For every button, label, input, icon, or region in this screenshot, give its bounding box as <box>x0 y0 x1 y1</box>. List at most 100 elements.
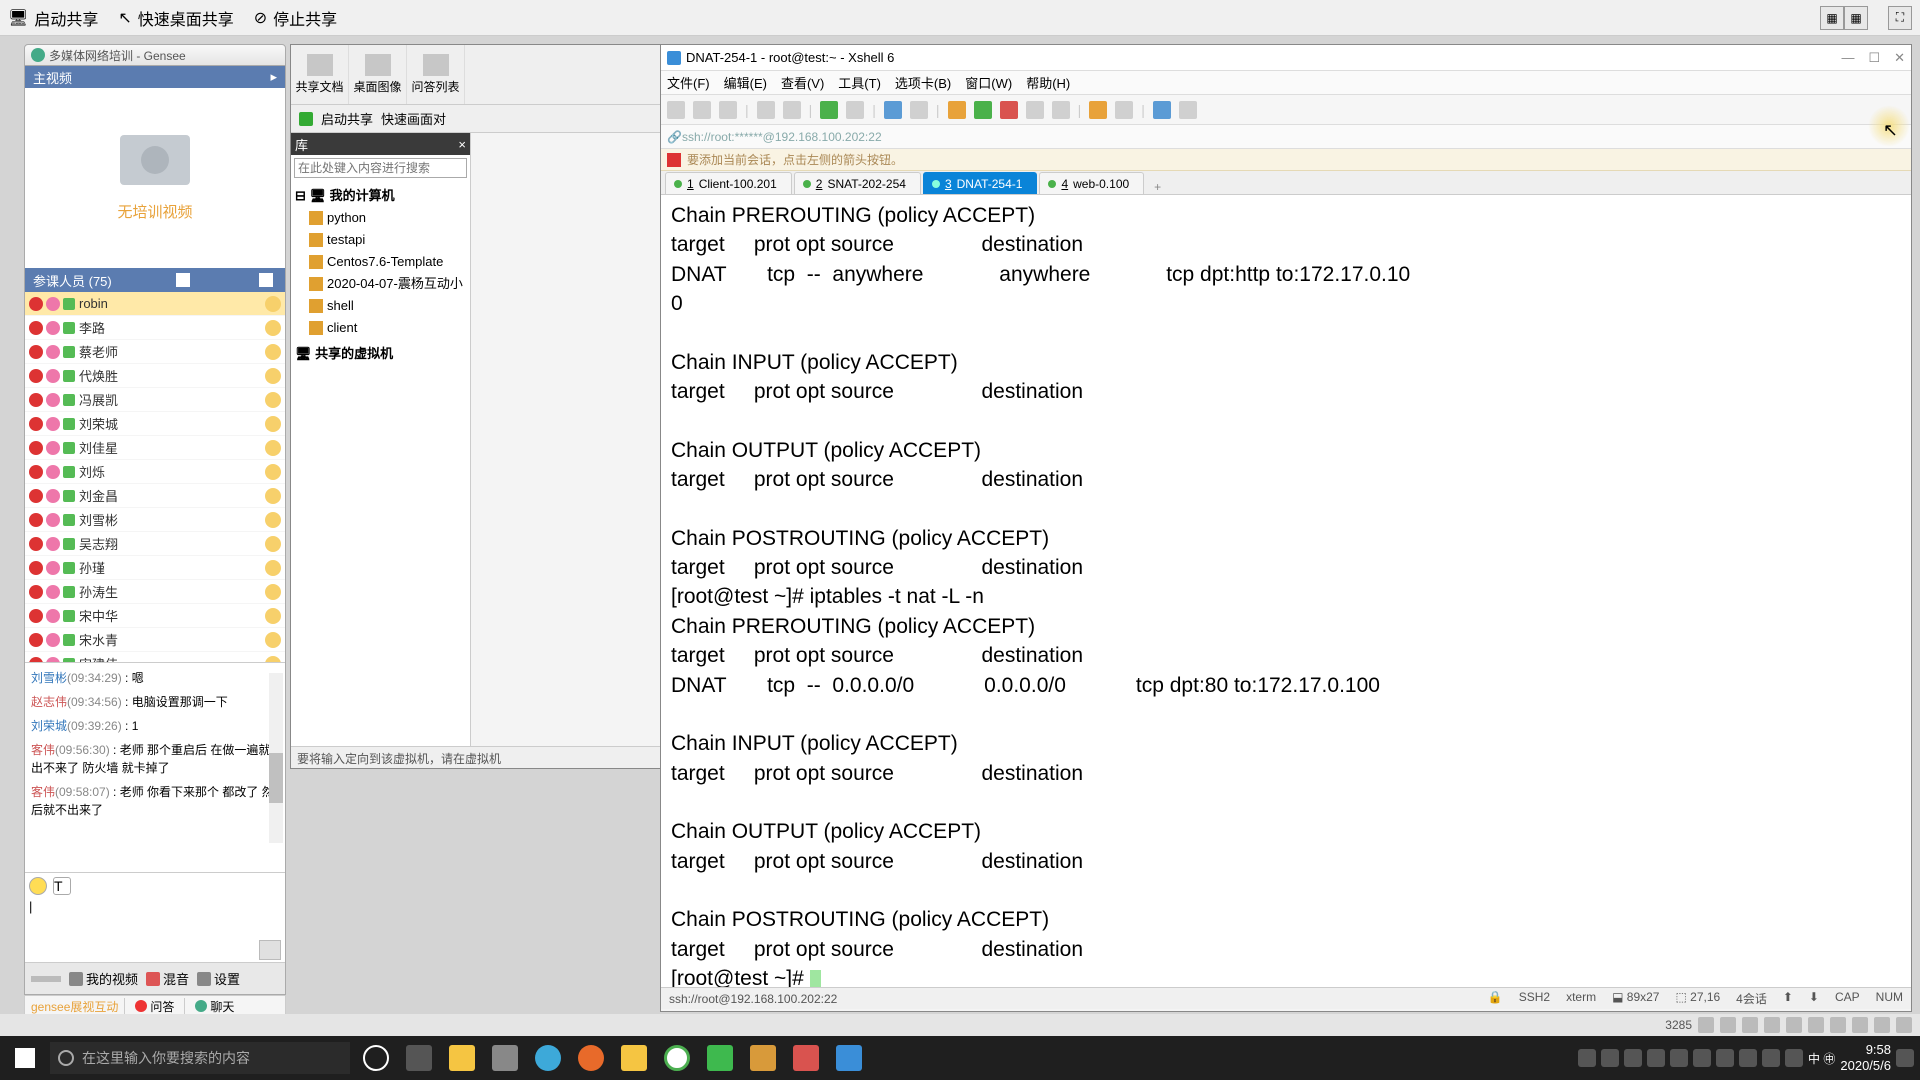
layout-icon[interactable] <box>1115 101 1133 119</box>
chat-textarea[interactable]: | <box>29 899 281 937</box>
participant-row[interactable]: 李路 <box>25 316 285 340</box>
clock[interactable]: 9:58 2020/5/6 <box>1840 1042 1891 1073</box>
wechat-icon[interactable] <box>700 1038 740 1078</box>
tray-icon[interactable] <box>1670 1049 1688 1067</box>
xshell-menubar[interactable]: 文件(F)编辑(E)查看(V)工具(T)选项卡(B)窗口(W)帮助(H) <box>661 71 1911 95</box>
my-video-button[interactable]: 我的视频 <box>69 969 138 988</box>
chat-scrollbar[interactable] <box>269 673 283 843</box>
xshell-session-tabs[interactable]: 1 Client-100.2012 SNAT-202-2543 DNAT-254… <box>661 171 1911 195</box>
session-tab[interactable]: 3 DNAT-254-1 <box>923 172 1038 194</box>
browser-icon[interactable] <box>528 1038 568 1078</box>
library-search-input[interactable] <box>294 158 467 178</box>
session-tab[interactable]: 1 Client-100.201 <box>665 172 792 194</box>
grid2-icon[interactable]: ▦ <box>1844 6 1868 30</box>
app-red-icon[interactable] <box>786 1038 826 1078</box>
participant-row[interactable]: 宋建伟 <box>25 652 285 662</box>
participant-row[interactable]: robin <box>25 292 285 316</box>
tree-item[interactable]: 2020-04-07-震杨互动小 <box>295 273 466 295</box>
start-share-button[interactable]: 🖥 启动共享 <box>8 6 98 30</box>
play-icon[interactable] <box>299 112 313 126</box>
start-button[interactable] <box>0 1036 50 1080</box>
terminal-output[interactable]: Chain PREROUTING (policy ACCEPT) target … <box>661 195 1911 987</box>
app-blue-icon[interactable] <box>829 1038 869 1078</box>
tree-root[interactable]: ⊟ 🖥 我的计算机 <box>295 185 466 207</box>
find-icon[interactable] <box>1026 101 1044 119</box>
participant-row[interactable]: 宋水青 <box>25 628 285 652</box>
maximize-button[interactable]: ☐ <box>1868 50 1880 66</box>
menu-item[interactable]: 窗口(W) <box>965 73 1012 92</box>
tray-icon[interactable] <box>1716 1049 1734 1067</box>
tray-icon[interactable] <box>1647 1049 1665 1067</box>
tray-app-icon[interactable] <box>1896 1017 1912 1033</box>
properties-icon[interactable] <box>884 101 902 119</box>
minimize-button[interactable]: — <box>1841 50 1854 66</box>
paste-icon[interactable] <box>783 101 801 119</box>
library-tree[interactable]: ⊟ 🖥 我的计算机pythontestapiCentos7.6-Template… <box>291 181 470 369</box>
tray-app-icon[interactable] <box>1852 1017 1868 1033</box>
session-tab[interactable]: 2 SNAT-202-254 <box>794 172 921 194</box>
volume-slider[interactable] <box>31 976 61 982</box>
participant-row[interactable]: 代焕胜 <box>25 364 285 388</box>
tray-icon[interactable] <box>1693 1049 1711 1067</box>
participant-row[interactable]: 蔡老师 <box>25 340 285 364</box>
collapse-icon[interactable]: ▸ <box>270 69 277 85</box>
tree-item[interactable]: shell <box>295 295 466 317</box>
globe-icon[interactable] <box>1153 101 1171 119</box>
tree-shared[interactable]: 🖥 共享的虚拟机 <box>295 343 466 365</box>
session-tab[interactable]: 4 web-0.100 <box>1039 172 1144 194</box>
text-format-icon[interactable]: T <box>53 877 71 895</box>
expand-icon[interactable]: ⛶ <box>1888 6 1912 30</box>
emoji-icon[interactable] <box>29 877 47 895</box>
tray-app-icon[interactable] <box>1742 1017 1758 1033</box>
participant-row[interactable]: 刘烁 <box>25 460 285 484</box>
transfer-icon[interactable] <box>974 101 992 119</box>
participants-list[interactable]: robin李路蔡老师代焕胜冯展凯刘荣城刘佳星刘烁刘金昌刘雪彬吴志翔孙瑾孙涛生宋中… <box>25 292 285 662</box>
open-icon[interactable] <box>693 101 711 119</box>
quick-share-button[interactable]: ↖ 快速桌面共享 <box>118 6 233 30</box>
participant-row[interactable]: 孙涛生 <box>25 580 285 604</box>
tray-app-icon[interactable] <box>1874 1017 1890 1033</box>
taskview-icon[interactable] <box>399 1038 439 1078</box>
qa-tab[interactable]: 问答 <box>124 998 184 1015</box>
tray-icon[interactable] <box>1739 1049 1757 1067</box>
menu-item[interactable]: 查看(V) <box>781 73 824 92</box>
settings-app-icon[interactable] <box>485 1038 525 1078</box>
user-add-icon[interactable] <box>176 273 190 287</box>
send-button[interactable] <box>259 940 281 960</box>
add-tab-button[interactable]: + <box>1146 180 1169 194</box>
folder-app-icon[interactable] <box>614 1038 654 1078</box>
tree-item[interactable]: python <box>295 207 466 229</box>
menu-item[interactable]: 选项卡(B) <box>895 73 951 92</box>
tray-app-icon[interactable] <box>1698 1017 1714 1033</box>
tree-item[interactable]: Centos7.6-Template <box>295 251 466 273</box>
ribbon-docs[interactable]: 共享文档 <box>291 45 349 104</box>
user-list-icon[interactable] <box>259 273 273 287</box>
tray-icon[interactable] <box>1785 1049 1803 1067</box>
stop-share-button[interactable]: ⊘ 停止共享 <box>254 6 337 30</box>
menu-item[interactable]: 文件(F) <box>667 73 710 92</box>
folder-icon[interactable] <box>1089 101 1107 119</box>
mute-button[interactable]: 混音 <box>146 969 189 988</box>
tree-item[interactable]: testapi <box>295 229 466 251</box>
close-button[interactable]: ✕ <box>1894 50 1905 66</box>
fullscreen-icon[interactable] <box>1052 101 1070 119</box>
close-icon[interactable]: × <box>458 137 466 152</box>
menu-item[interactable]: 帮助(H) <box>1026 73 1070 92</box>
copy-icon[interactable] <box>757 101 775 119</box>
new-session-icon[interactable] <box>667 101 685 119</box>
reconnect-icon[interactable] <box>820 101 838 119</box>
tray-icon[interactable] <box>1762 1049 1780 1067</box>
help-icon[interactable] <box>1179 101 1197 119</box>
record-icon[interactable] <box>1000 101 1018 119</box>
participant-row[interactable]: 吴志翔 <box>25 532 285 556</box>
participant-row[interactable]: 孙瑾 <box>25 556 285 580</box>
ribbon-qa[interactable]: 问答列表 <box>407 45 465 104</box>
color-icon[interactable] <box>948 101 966 119</box>
ribbon-desktop[interactable]: 桌面图像 <box>349 45 407 104</box>
explorer-icon[interactable] <box>442 1038 482 1078</box>
participant-row[interactable]: 冯展凯 <box>25 388 285 412</box>
tray-app-icon[interactable] <box>1764 1017 1780 1033</box>
tray-icon[interactable] <box>1578 1049 1596 1067</box>
xshell-titlebar[interactable]: DNAT-254-1 - root@test:~ - Xshell 6 — ☐ … <box>661 45 1911 71</box>
font-icon[interactable] <box>910 101 928 119</box>
